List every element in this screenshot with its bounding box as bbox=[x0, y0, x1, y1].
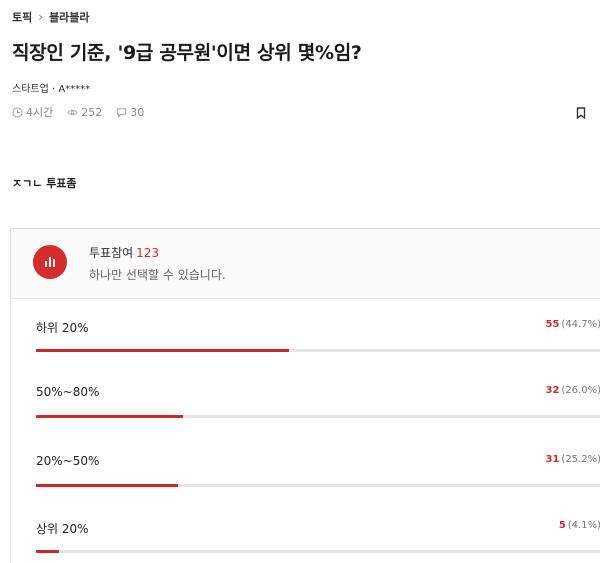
post-views: 252 bbox=[67, 106, 102, 119]
poll-option[interactable]: 상위 20% 5 (4.1%) bbox=[36, 520, 600, 560]
poll-participant-count: 123 bbox=[136, 246, 160, 260]
bookmark-icon[interactable] bbox=[576, 107, 586, 119]
poll-option-votes: 31 bbox=[545, 454, 560, 465]
post-title: 직장인 기준, '9급 공무원'이면 상위 몇%임? bbox=[12, 42, 362, 64]
poll-option-track bbox=[36, 349, 600, 352]
poll-option[interactable]: 50%~80% 32 (26.0%) bbox=[36, 385, 600, 425]
eye-icon bbox=[67, 109, 79, 115]
breadcrumb-board[interactable]: 블라블라 bbox=[49, 9, 89, 25]
poll-option-percent: (26.0%) bbox=[561, 385, 600, 396]
bar-chart-icon bbox=[33, 245, 67, 279]
poll-option-percent: (4.1%) bbox=[567, 520, 600, 531]
post-comments-count: 30 bbox=[130, 105, 145, 119]
post-time-text: 4시간 bbox=[26, 106, 54, 119]
poll-label: 투표참여 bbox=[89, 246, 134, 260]
poll-option-track bbox=[36, 550, 600, 553]
poll-option-bar bbox=[36, 415, 183, 418]
post-time: 4시간 bbox=[12, 104, 53, 120]
poll-option-percent: (44.7%) bbox=[561, 319, 600, 330]
poll-header: 투표참여 123 하나만 선택할 수 있습니다. bbox=[11, 229, 600, 299]
poll-card: 투표참여 123 하나만 선택할 수 있습니다. 하위 20% 55 (44.7%)… bbox=[10, 228, 600, 563]
clock-icon bbox=[12, 106, 23, 118]
poll-option[interactable]: 하위 20% 55 (44.7%) bbox=[36, 319, 600, 359]
post-author[interactable]: 스타트업 · A***** bbox=[12, 80, 90, 95]
poll-option-bar bbox=[36, 349, 289, 352]
poll-option-result: 32 (26.0%) bbox=[546, 385, 600, 396]
poll-option-track bbox=[36, 484, 600, 487]
poll-option-votes: 55 bbox=[545, 319, 560, 330]
poll-option-votes: 32 bbox=[545, 385, 560, 396]
poll-option-votes: 5 bbox=[558, 520, 566, 531]
poll-option-track bbox=[36, 415, 600, 418]
breadcrumb-topic[interactable]: 토픽 bbox=[12, 9, 32, 25]
poll-option-bar bbox=[36, 550, 60, 553]
poll-option-label: 20%~50% bbox=[36, 454, 100, 468]
post-body: ㅈㄱㄴ 투표좀 bbox=[12, 177, 77, 190]
breadcrumb: 토픽 › 블라블라 bbox=[12, 9, 90, 25]
poll-option-result: 55 (44.7%) bbox=[546, 319, 600, 330]
poll-option-result: 31 (25.2%) bbox=[546, 454, 600, 465]
chevron-right-icon: › bbox=[38, 10, 44, 24]
post-comments[interactable]: 30 bbox=[116, 106, 144, 119]
poll-option-bar bbox=[36, 484, 179, 487]
post-meta: 4시간 252 30 bbox=[12, 104, 144, 120]
poll-option-label: 50%~80% bbox=[36, 385, 100, 399]
poll-option-label: 하위 20% bbox=[36, 321, 89, 335]
poll-option-percent: (25.2%) bbox=[561, 454, 600, 465]
poll-option-label: 상위 20% bbox=[36, 522, 89, 536]
poll-option[interactable]: 20%~50% 31 (25.2%) bbox=[36, 454, 600, 494]
comment-icon bbox=[117, 107, 127, 118]
poll-participation: 투표참여 123 bbox=[89, 244, 159, 261]
poll-instruction: 하나만 선택할 수 있습니다. bbox=[89, 268, 226, 282]
poll-option-result: 5 (4.1%) bbox=[559, 520, 600, 531]
post-views-count: 252 bbox=[81, 105, 103, 119]
